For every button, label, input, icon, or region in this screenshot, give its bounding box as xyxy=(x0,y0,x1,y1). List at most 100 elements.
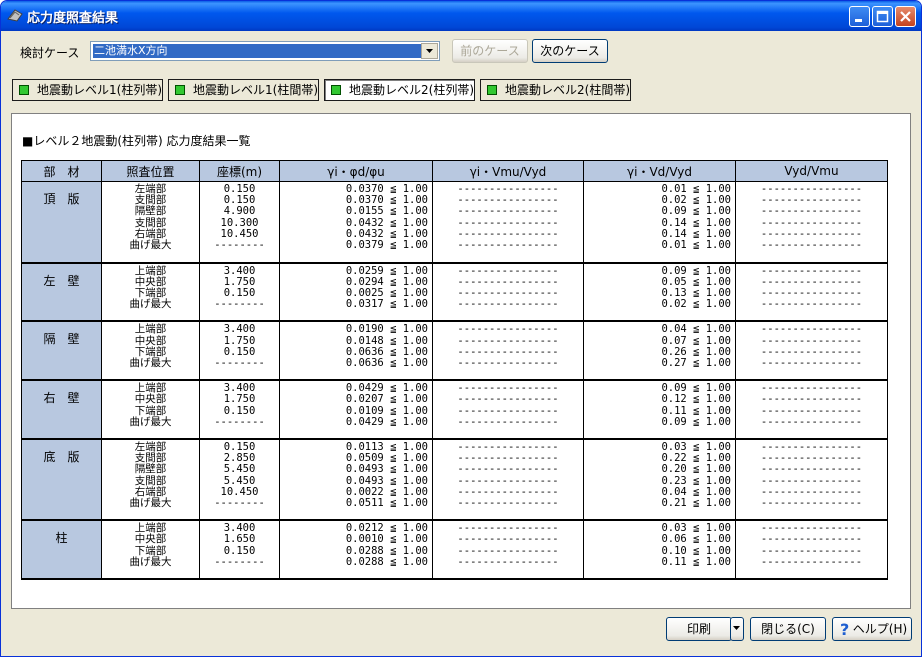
coord-cell-line: -------- xyxy=(214,415,265,428)
position-cell-line: 曲げ最大 xyxy=(129,239,172,252)
next-case-button[interactable]: 次のケース xyxy=(532,39,608,63)
vd-cell: 0.03 ≦ 1.00 0.06 ≦ 1.00 0.10 ≦ 1.00 0.11 ≦ … xyxy=(583,520,736,581)
position-cell-line: 上端部 xyxy=(134,323,167,336)
coord-cell-line: 4.900 xyxy=(223,205,256,218)
dropdown-arrow-button[interactable] xyxy=(421,43,438,59)
member-cell: 柱 xyxy=(21,520,102,581)
position-cell-line: 隔壁部 xyxy=(134,205,167,218)
tab-level2-middle[interactable]: 地震動レベル2(柱間帯) xyxy=(480,79,631,101)
green-square-icon xyxy=(19,85,29,95)
vd-cell-line: 0.06 ≦ 1.00 xyxy=(661,533,731,546)
svg-text:?: ? xyxy=(840,621,849,637)
phi-cell-line: 0.0317 ≦ 1.00 xyxy=(345,298,428,311)
vyd-cell-line: ---------------- xyxy=(760,497,863,510)
member-cell: 頂 版 xyxy=(21,181,102,264)
vd-cell-line: 0.04 ≦ 1.00 xyxy=(661,323,731,336)
vyd-cell-line: ---------------- xyxy=(760,205,863,218)
vmu-cell: ---------------- ---------------- --------… xyxy=(432,380,584,441)
col-header-position: 照査位置 xyxy=(101,160,200,182)
table-row: 隔 壁上端部 中央部 下端部 曲げ最大 3.400 1.750 0.150 -------- 0… xyxy=(21,321,888,382)
minimize-button[interactable] xyxy=(849,6,870,27)
col-header-member: 部 材 xyxy=(21,160,102,182)
green-square-icon xyxy=(331,85,341,95)
tab-level1-middle[interactable]: 地震動レベル1(柱間帯) xyxy=(168,79,319,101)
col-header-vd: γi・Vd/Vyd xyxy=(583,160,736,182)
phi-cell: 0.0212 ≦ 1.00 0.0010 ≦ 1.00 0.0288 ≦ 1.00 0… xyxy=(279,520,433,581)
vd-cell: 0.09 ≦ 1.00 0.12 ≦ 1.00 0.11 ≦ 1.00 0.09 ≦ … xyxy=(583,380,736,441)
vd-cell: 0.04 ≦ 1.00 0.07 ≦ 1.00 0.26 ≦ 1.00 0.27 ≦ … xyxy=(583,321,736,382)
position-cell-line: 中央部 xyxy=(134,533,167,546)
phi-cell-line: 0.0207 ≦ 1.00 xyxy=(345,393,428,406)
help-button[interactable]: ? ヘルプ(H) xyxy=(832,617,912,641)
position-cell-line: 曲げ最大 xyxy=(129,415,172,428)
vd-cell-line: 0.27 ≦ 1.00 xyxy=(661,357,731,370)
phi-cell: 0.0113 ≦ 1.00 0.0509 ≦ 1.00 0.0493 ≦ 1.00 0… xyxy=(279,439,433,522)
case-select[interactable]: 二池満水X方向 xyxy=(90,41,440,61)
vmu-cell: ---------------- ---------------- --------… xyxy=(432,439,584,522)
table-row: 頂 版左端部 支間部 隔壁部 支間部 右端部 曲げ最大 0.150 0.150 4.900 10.… xyxy=(21,181,888,264)
vmu-cell-line: ---------------- xyxy=(457,555,559,568)
position-cell-line: 中央部 xyxy=(134,393,167,406)
table-row: 右 壁上端部 中央部 下端部 曲げ最大 3.400 1.750 0.150 -------- 0… xyxy=(21,380,888,441)
vmu-cell-line: ---------------- xyxy=(457,205,559,218)
app-icon xyxy=(7,9,23,22)
coord-cell: 0.150 2.850 5.450 5.450 10.450 -------- xyxy=(199,439,280,522)
phi-cell: 0.0190 ≦ 1.00 0.0148 ≦ 1.00 0.0636 ≦ 1.00 0… xyxy=(279,321,433,382)
case-toolbar: 検討ケース 二池満水X方向 前のケース 次のケース xyxy=(4,31,918,69)
vyd-cell: ---------------- ---------------- --------… xyxy=(735,439,888,522)
phi-cell-line: 0.0190 ≦ 1.00 xyxy=(345,323,428,336)
close-icon xyxy=(900,11,911,22)
phi-cell: 0.0429 ≦ 1.00 0.0207 ≦ 1.00 0.0109 ≦ 1.00 0… xyxy=(279,380,433,441)
vd-cell: 0.09 ≦ 1.00 0.05 ≦ 1.00 0.13 ≦ 1.00 0.02 ≦ … xyxy=(583,262,736,323)
tab-level1-column[interactable]: 地震動レベル1(柱列帯) xyxy=(12,79,163,101)
position-cell-line: 曲げ最大 xyxy=(129,298,172,311)
coord-cell-line: -------- xyxy=(214,298,265,311)
chevron-down-icon xyxy=(426,49,433,53)
vd-cell-line: 0.11 ≦ 1.00 xyxy=(661,555,731,568)
position-cell-line: 隔壁部 xyxy=(134,463,167,476)
close-window-button[interactable] xyxy=(895,6,916,27)
vyd-cell-line: ---------------- xyxy=(760,239,863,252)
close-button[interactable]: 閉じる(C) xyxy=(750,617,826,641)
table-row: 柱上端部 中央部 下端部 曲げ最大 3.400 1.650 0.150 -------- 0.0… xyxy=(21,520,888,581)
vyd-cell-line: ---------------- xyxy=(760,533,863,546)
help-icon: ? xyxy=(840,621,849,637)
maximize-icon xyxy=(876,10,889,23)
maximize-button[interactable] xyxy=(872,6,893,27)
vyd-cell: ---------------- ---------------- --------… xyxy=(735,380,888,441)
green-square-icon xyxy=(487,85,497,95)
vmu-cell: ---------------- ---------------- --------… xyxy=(432,321,584,382)
coord-cell: 0.150 0.150 4.900 10.300 10.450 -------- xyxy=(199,181,280,264)
coord-cell-line: 3.400 xyxy=(223,323,256,336)
vd-cell-line: 0.12 ≦ 1.00 xyxy=(661,393,731,406)
table-row: 左 壁上端部 中央部 下端部 曲げ最大 3.400 1.750 0.150 -------- 0… xyxy=(21,262,888,323)
table-row: 底 版左端部 支間部 隔壁部 支間部 右端部 曲げ最大 0.150 2.850 5.450 5.4… xyxy=(21,439,888,522)
member-cell: 底 版 xyxy=(21,439,102,522)
print-button[interactable]: 印刷 xyxy=(666,617,732,641)
vd-cell-line: 0.20 ≦ 1.00 xyxy=(661,463,731,476)
coord-cell: 3.400 1.750 0.150 -------- xyxy=(199,380,280,441)
vmu-cell: ---------------- ---------------- --------… xyxy=(432,181,584,264)
phi-cell-line: 0.0636 ≦ 1.00 xyxy=(345,357,428,370)
print-menu-button[interactable] xyxy=(730,617,744,641)
coord-cell-line: 1.650 xyxy=(223,533,256,546)
coord-cell-line: 5.450 xyxy=(223,463,256,476)
vd-cell-line: 0.09 ≦ 1.00 xyxy=(661,205,731,218)
col-header-vyd: Vyd/Vmu xyxy=(735,160,888,182)
vmu-cell-line: ---------------- xyxy=(457,415,559,428)
phi-cell: 0.0259 ≦ 1.00 0.0294 ≦ 1.00 0.0025 ≦ 1.00 0… xyxy=(279,262,433,323)
vd-cell-line: 0.09 ≦ 1.00 xyxy=(661,415,731,428)
prev-case-button[interactable]: 前のケース xyxy=(452,39,528,63)
tab-level2-column[interactable]: 地震動レベル2(柱列帯) xyxy=(324,79,475,101)
phi-cell-line: 0.0511 ≦ 1.00 xyxy=(345,497,428,510)
level-tabs: 地震動レベル1(柱列帯) 地震動レベル1(柱間帯) 地震動レベル2(柱列帯) 地… xyxy=(4,71,918,107)
position-cell: 上端部 中央部 下端部 曲げ最大 xyxy=(101,262,200,323)
vmu-cell-line: ---------------- xyxy=(457,393,559,406)
vyd-cell: ---------------- ---------------- --------… xyxy=(735,321,888,382)
results-panel[interactable]: ■レベル２地震動(柱列帯) 応力度結果一覧 部 材 照査位置 座標(m) γi・… xyxy=(11,113,911,609)
vmu-cell-line: ---------------- xyxy=(457,533,559,546)
title-bar[interactable]: 応力度照査結果 xyxy=(1,1,921,31)
case-label: 検討ケース xyxy=(20,46,80,60)
phi-cell-line: 0.0379 ≦ 1.00 xyxy=(345,239,428,252)
results-table: 部 材 照査位置 座標(m) γi・φd/φu γi・Vmu/Vyd γi・Vd… xyxy=(21,160,888,581)
